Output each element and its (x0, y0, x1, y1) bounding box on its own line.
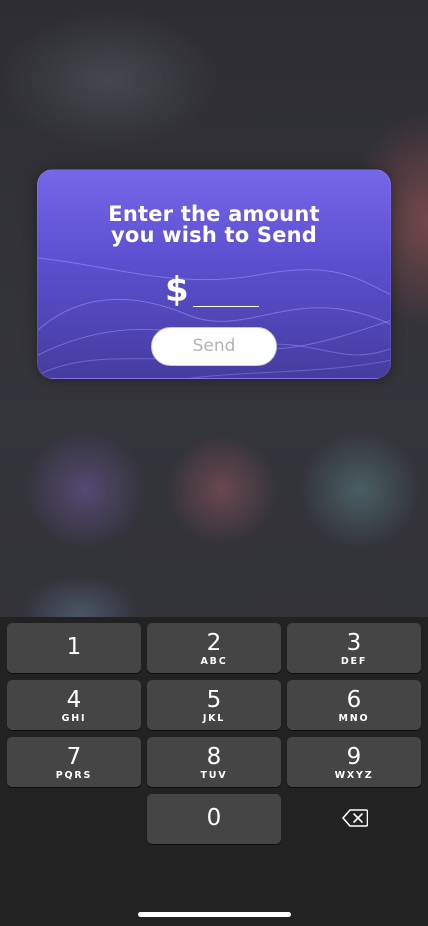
key-digit: 6 (346, 687, 362, 713)
key-letters: TUV (200, 770, 228, 781)
key-8[interactable]: 8 TUV (147, 737, 281, 787)
key-digit: 0 (206, 805, 222, 831)
key-6[interactable]: 6 MNO (287, 680, 421, 730)
backspace-icon (342, 809, 368, 827)
key-digit: 5 (206, 687, 222, 713)
key-2[interactable]: 2 ABC (147, 623, 281, 673)
key-letters: GHI (61, 713, 87, 724)
key-letters: PQRS (55, 770, 93, 781)
send-amount-dialog: Enter the amount you wish to Send $ Send (37, 169, 391, 379)
dollar-sign: $ (165, 270, 189, 310)
send-button[interactable]: Send (151, 327, 277, 366)
key-7[interactable]: 7 PQRS (7, 737, 141, 787)
key-digit: 9 (346, 744, 362, 770)
key-1[interactable]: 1 (7, 623, 141, 673)
home-indicator[interactable] (138, 912, 291, 917)
key-digit: 8 (206, 744, 222, 770)
key-digit: 3 (346, 630, 362, 656)
key-letters: MNO (338, 713, 370, 724)
dialog-title: Enter the amount you wish to Send (38, 204, 390, 246)
key-9[interactable]: 9 WXYZ (287, 737, 421, 787)
key-letters: JKL (202, 713, 226, 724)
delete-key[interactable] (287, 794, 421, 844)
key-letters: DEF (340, 656, 368, 667)
key-5[interactable]: 5 JKL (147, 680, 281, 730)
key-digit: 1 (66, 634, 82, 660)
key-digit: 2 (206, 630, 222, 656)
dialog-title-line1: Enter the amount (108, 202, 320, 226)
dialog-title-line2: you wish to Send (110, 223, 318, 247)
key-letters: ABC (200, 656, 228, 667)
key-4[interactable]: 4 GHI (7, 680, 141, 730)
key-0[interactable]: 0 (147, 794, 281, 844)
key-digit: 4 (66, 687, 82, 713)
key-3[interactable]: 3 DEF (287, 623, 421, 673)
numeric-keypad: 1 2 ABC 3 DEF 4 GHI 5 JKL 6 MNO 7 PQRS 8… (0, 617, 428, 926)
key-letters: WXYZ (334, 770, 374, 781)
key-digit: 7 (66, 744, 82, 770)
amount-input[interactable] (193, 276, 259, 307)
